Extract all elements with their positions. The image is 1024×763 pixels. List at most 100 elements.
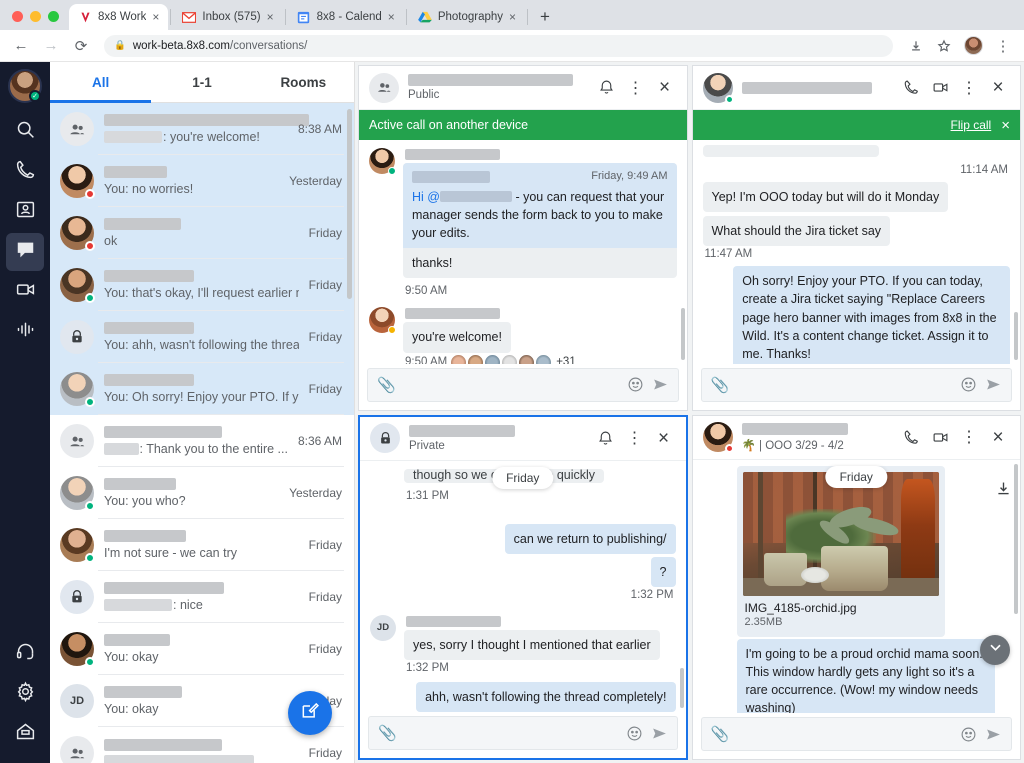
sidebar-item-chat[interactable] bbox=[6, 233, 44, 271]
kebab-icon[interactable]: ⋮ bbox=[955, 423, 983, 451]
list-item[interactable]: I'm not sure - we can try Friday bbox=[50, 519, 354, 571]
close-window-button[interactable] bbox=[12, 11, 23, 22]
message-list[interactable]: Friday, 9:49 AM Hi @ - you can request t… bbox=[359, 110, 687, 364]
message-scrollbar[interactable] bbox=[679, 668, 684, 708]
redacted-name bbox=[104, 634, 170, 646]
mention-prefix: Hi @ bbox=[412, 189, 440, 204]
close-icon[interactable]: × bbox=[651, 74, 679, 102]
sidebar-item-search[interactable] bbox=[6, 113, 44, 151]
address-bar[interactable]: 🔒 work-beta.8x8.com/conversations/ bbox=[104, 34, 893, 57]
sidebar-item-calls[interactable] bbox=[6, 153, 44, 191]
date-divider: Friday bbox=[492, 466, 554, 489]
message-list[interactable]: Friday IMG_4185-orchid.jpg 2.35MB I'm go… bbox=[693, 460, 1021, 713]
sidebar-item-meetings[interactable] bbox=[6, 273, 44, 311]
message-scrollbar[interactable] bbox=[1014, 463, 1018, 614]
jump-to-latest-button[interactable] bbox=[980, 635, 1010, 665]
message-list[interactable]: Friday though so we can restore quickly … bbox=[360, 461, 686, 712]
reaction-overflow-count[interactable]: +31 bbox=[556, 356, 576, 363]
conversation-list[interactable]: : you're welcome! 8:38 AM You: no worrie… bbox=[50, 103, 354, 763]
attach-icon[interactable]: 📎 bbox=[377, 376, 396, 394]
close-icon[interactable]: × bbox=[650, 424, 678, 452]
kebab-icon[interactable]: ⋮ bbox=[955, 74, 983, 102]
list-item[interactable]: You: Oh sorry! Enjoy your PTO. If you ca… bbox=[50, 363, 354, 415]
minimize-window-button[interactable] bbox=[30, 11, 41, 22]
close-icon[interactable]: × bbox=[984, 423, 1012, 451]
bookmark-star-icon[interactable] bbox=[931, 33, 957, 59]
list-item[interactable]: ok Friday bbox=[50, 207, 354, 259]
attach-icon[interactable]: 📎 bbox=[378, 724, 397, 742]
message-text: Hi @ - you can request that your manager… bbox=[412, 188, 668, 242]
new-conversation-button[interactable] bbox=[288, 691, 332, 735]
photo-pot bbox=[820, 545, 888, 591]
emoji-icon[interactable] bbox=[627, 376, 644, 393]
bell-icon[interactable] bbox=[593, 74, 621, 102]
browser-tab-inbox[interactable]: Inbox (575) × bbox=[173, 4, 282, 30]
reload-icon[interactable]: ⟳ bbox=[68, 33, 94, 59]
tab-all[interactable]: All bbox=[50, 62, 152, 103]
attachment-thumbnail[interactable] bbox=[742, 471, 939, 596]
maximize-window-button[interactable] bbox=[48, 11, 59, 22]
sidebar-item-settings[interactable] bbox=[6, 675, 44, 713]
emoji-icon[interactable] bbox=[960, 376, 977, 393]
tab-one-to-one[interactable]: 1-1 bbox=[151, 62, 252, 102]
message-composer[interactable]: 📎 bbox=[700, 367, 1012, 402]
forward-icon[interactable]: → bbox=[38, 33, 64, 59]
emoji-icon[interactable] bbox=[626, 725, 643, 742]
close-icon[interactable]: × bbox=[984, 74, 1012, 102]
image-attachment[interactable]: IMG_4185-orchid.jpg 2.35MB bbox=[736, 465, 945, 637]
browser-menu-icon[interactable]: ⋮ bbox=[990, 33, 1016, 59]
browser-tab-calendar[interactable]: 8x8 - Calend × bbox=[288, 4, 404, 30]
emoji-icon[interactable] bbox=[960, 726, 977, 743]
new-tab-button[interactable]: + bbox=[530, 8, 560, 30]
message-list[interactable]: 11:14 AM Yep! I'm OOO today but will do … bbox=[693, 110, 1021, 364]
attach-icon[interactable]: 📎 bbox=[711, 725, 730, 743]
browser-tab-photography[interactable]: Photography × bbox=[409, 4, 525, 30]
back-icon[interactable]: ← bbox=[8, 33, 34, 59]
conversation-filter-tabs: All 1-1 Rooms bbox=[50, 62, 354, 103]
list-item[interactable]: : Thank you to the entire ... 8:36 AM bbox=[50, 415, 354, 467]
sidebar-item-contacts[interactable] bbox=[6, 193, 44, 231]
download-icon[interactable] bbox=[995, 480, 1012, 502]
tab-rooms[interactable]: Rooms bbox=[253, 62, 354, 102]
phone-icon[interactable] bbox=[897, 74, 925, 102]
send-icon[interactable] bbox=[985, 726, 1002, 743]
sidebar-item-voicemail[interactable] bbox=[6, 313, 44, 351]
send-icon[interactable] bbox=[651, 725, 668, 742]
video-icon[interactable] bbox=[926, 423, 954, 451]
message-scrollbar[interactable] bbox=[680, 307, 685, 360]
kebab-icon[interactable]: ⋮ bbox=[621, 424, 649, 452]
browser-profile-avatar[interactable] bbox=[964, 36, 983, 55]
close-icon[interactable]: × bbox=[152, 11, 159, 23]
list-item[interactable]: You: okay Friday bbox=[50, 623, 354, 675]
kebab-icon[interactable]: ⋮ bbox=[622, 74, 650, 102]
sidebar-item-audio-settings[interactable] bbox=[6, 635, 44, 673]
message-scrollbar[interactable] bbox=[1014, 311, 1018, 360]
browser-tab-8x8-work[interactable]: 8x8 Work × bbox=[69, 4, 169, 30]
list-item[interactable]: You: that's okay, I'll request earlier n… bbox=[50, 259, 354, 311]
flip-call-link[interactable]: Flip call bbox=[951, 118, 992, 132]
send-icon[interactable] bbox=[985, 376, 1002, 393]
video-icon[interactable] bbox=[926, 74, 954, 102]
message-composer[interactable]: 📎 bbox=[367, 367, 679, 402]
list-item[interactable]: : nice Friday bbox=[50, 571, 354, 623]
close-icon[interactable]: × bbox=[267, 11, 274, 23]
download-icon[interactable] bbox=[903, 33, 929, 59]
list-item[interactable]: You: no worries! Yesterday bbox=[50, 155, 354, 207]
message-composer[interactable]: 📎 bbox=[368, 716, 678, 750]
message-composer[interactable]: 📎 bbox=[700, 717, 1012, 751]
close-icon[interactable]: × bbox=[509, 11, 516, 23]
list-item[interactable]: You: you who? Yesterday bbox=[50, 467, 354, 519]
reaction-avatars[interactable]: +31 bbox=[451, 354, 576, 364]
list-item[interactable]: You: ahh, wasn't following the thread c.… bbox=[50, 311, 354, 363]
close-icon[interactable]: × bbox=[388, 11, 395, 23]
conversation-list-scrollbar[interactable] bbox=[347, 109, 352, 299]
sidebar-item-inbox[interactable] bbox=[6, 715, 44, 753]
attach-icon[interactable]: 📎 bbox=[711, 376, 730, 394]
list-item[interactable]: : you're welcome! 8:38 AM bbox=[50, 103, 354, 155]
send-icon[interactable] bbox=[652, 376, 669, 393]
message-time: 1:32 PM bbox=[630, 588, 674, 601]
bell-icon[interactable] bbox=[592, 424, 620, 452]
close-icon[interactable]: × bbox=[1001, 117, 1010, 134]
phone-icon[interactable] bbox=[897, 423, 925, 451]
user-avatar[interactable]: ✓ bbox=[8, 69, 42, 103]
